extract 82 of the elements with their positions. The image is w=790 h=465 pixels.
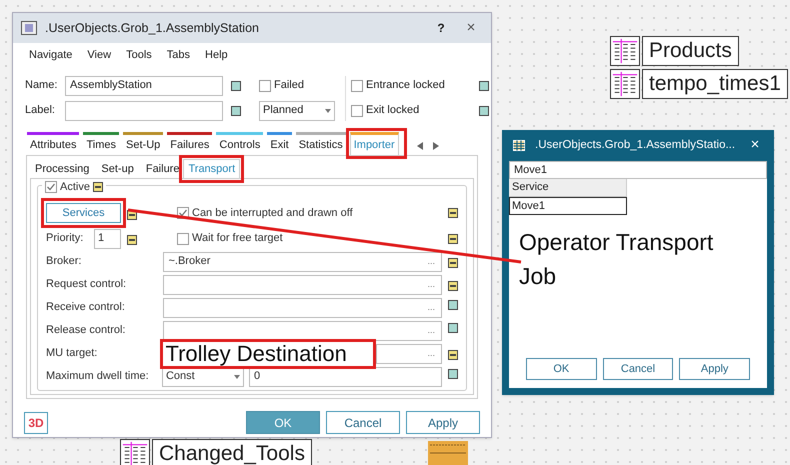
checkbox-label: Exit locked	[366, 103, 420, 118]
field-label: Priority:	[46, 231, 84, 246]
checkbox[interactable]	[259, 80, 271, 92]
tab[interactable]: Exit	[267, 132, 292, 155]
text-field[interactable]: 0	[249, 366, 442, 386]
help-button[interactable]: ?	[431, 19, 451, 37]
checkbox-label: Entrance locked	[366, 78, 446, 94]
field-label: Receive control:	[46, 300, 126, 316]
text-field[interactable]: AssemblyStation	[65, 76, 223, 96]
tab[interactable]: Times	[83, 132, 120, 155]
subtab[interactable]: Transport	[183, 159, 240, 178]
tab[interactable]: Set-Up	[123, 132, 164, 155]
close-button[interactable]: ×	[747, 134, 763, 157]
table-icon	[610, 36, 640, 66]
annotation-label: Trolley Destination	[160, 338, 376, 368]
menu-item[interactable]: Navigate	[29, 47, 72, 64]
window-title: .UserObjects.Grob_1.AssemblyStation	[45, 20, 260, 37]
caret-icon	[234, 374, 240, 378]
state-dropdown[interactable]: Planned	[259, 100, 335, 120]
menu-item[interactable]: Help	[205, 47, 228, 64]
text-field[interactable]: ~.Broker ...	[163, 252, 442, 272]
checkbox[interactable]	[351, 104, 363, 116]
checkbox-label: Failed	[274, 78, 304, 94]
field-label: Request control:	[46, 277, 128, 292]
column-header: Service	[509, 179, 627, 197]
field-label: Maximum dwell time:	[46, 369, 150, 384]
subtab[interactable]: Failure	[146, 160, 180, 178]
field-label: Label:	[25, 103, 56, 118]
text-field[interactable]	[65, 100, 223, 120]
table-icon	[610, 69, 640, 99]
browse-button[interactable]: ...	[425, 278, 437, 292]
tab-scroll-right-icon[interactable]	[432, 142, 439, 150]
field-label: Broker:	[46, 254, 82, 270]
text-field[interactable]: ...	[163, 320, 442, 340]
text-field[interactable]: ...	[376, 344, 442, 364]
distribution-dropdown[interactable]: Const	[162, 366, 244, 386]
dialog-button[interactable]: Apply	[679, 358, 750, 380]
checkbox[interactable]	[351, 80, 363, 92]
tab[interactable]: Importer	[350, 132, 399, 155]
service-field[interactable]: Move1	[509, 161, 767, 179]
caret-icon	[325, 108, 331, 112]
tab[interactable]: Attributes	[27, 132, 80, 155]
services-button[interactable]: Services	[46, 203, 121, 223]
dialog-button[interactable]: Apply	[406, 411, 480, 434]
annotation-label: Operator Transport Job	[519, 228, 714, 291]
table-icon	[513, 140, 525, 151]
object-label: tempo_times1	[642, 69, 788, 99]
tab-scroll-left-icon[interactable]	[416, 142, 423, 150]
conveyor-icon	[428, 441, 468, 465]
subtab[interactable]: Set-up	[101, 160, 134, 178]
browse-button[interactable]: ...	[425, 346, 437, 360]
field-label: Name:	[25, 78, 57, 94]
text-field[interactable]: ...	[163, 298, 442, 318]
tab[interactable]: Statistics	[296, 132, 346, 155]
field-label: Release control:	[46, 323, 126, 338]
dialog-button[interactable]: Cancel	[326, 411, 400, 434]
menu-item[interactable]: Tools	[126, 47, 152, 64]
object-label: Changed_Tools	[152, 439, 312, 465]
text-field[interactable]: ...	[163, 274, 442, 294]
object-label: Products	[642, 36, 739, 66]
3d-badge[interactable]: 3D	[24, 412, 48, 434]
group-title: Active	[60, 180, 90, 194]
dialog-icon	[21, 21, 37, 35]
window-title: .UserObjects.Grob_1.AssemblyStatio...	[535, 138, 736, 153]
checkbox-label: Wait for free target	[192, 231, 283, 246]
browse-button[interactable]: ...	[425, 254, 437, 268]
tab[interactable]: Controls	[216, 132, 264, 155]
browse-button[interactable]: ...	[425, 300, 437, 314]
dialog-button[interactable]: Cancel	[602, 358, 674, 380]
menu-item[interactable]: View	[87, 47, 112, 64]
checkbox[interactable]	[45, 180, 57, 193]
field-label: MU target:	[46, 346, 98, 362]
table-cell[interactable]: Move1	[509, 197, 627, 215]
priority-field[interactable]: 1	[94, 228, 121, 248]
menu-item[interactable]: Tabs	[166, 47, 190, 64]
checkbox-label: Can be interrupted and drawn off	[192, 206, 353, 221]
tab[interactable]: Failures	[167, 132, 212, 155]
browse-button[interactable]: ...	[425, 324, 437, 338]
dialog-button[interactable]: OK	[526, 358, 597, 380]
close-button[interactable]: ×	[459, 16, 483, 40]
subtab[interactable]: Processing	[35, 160, 90, 178]
checkbox[interactable]	[177, 232, 189, 244]
